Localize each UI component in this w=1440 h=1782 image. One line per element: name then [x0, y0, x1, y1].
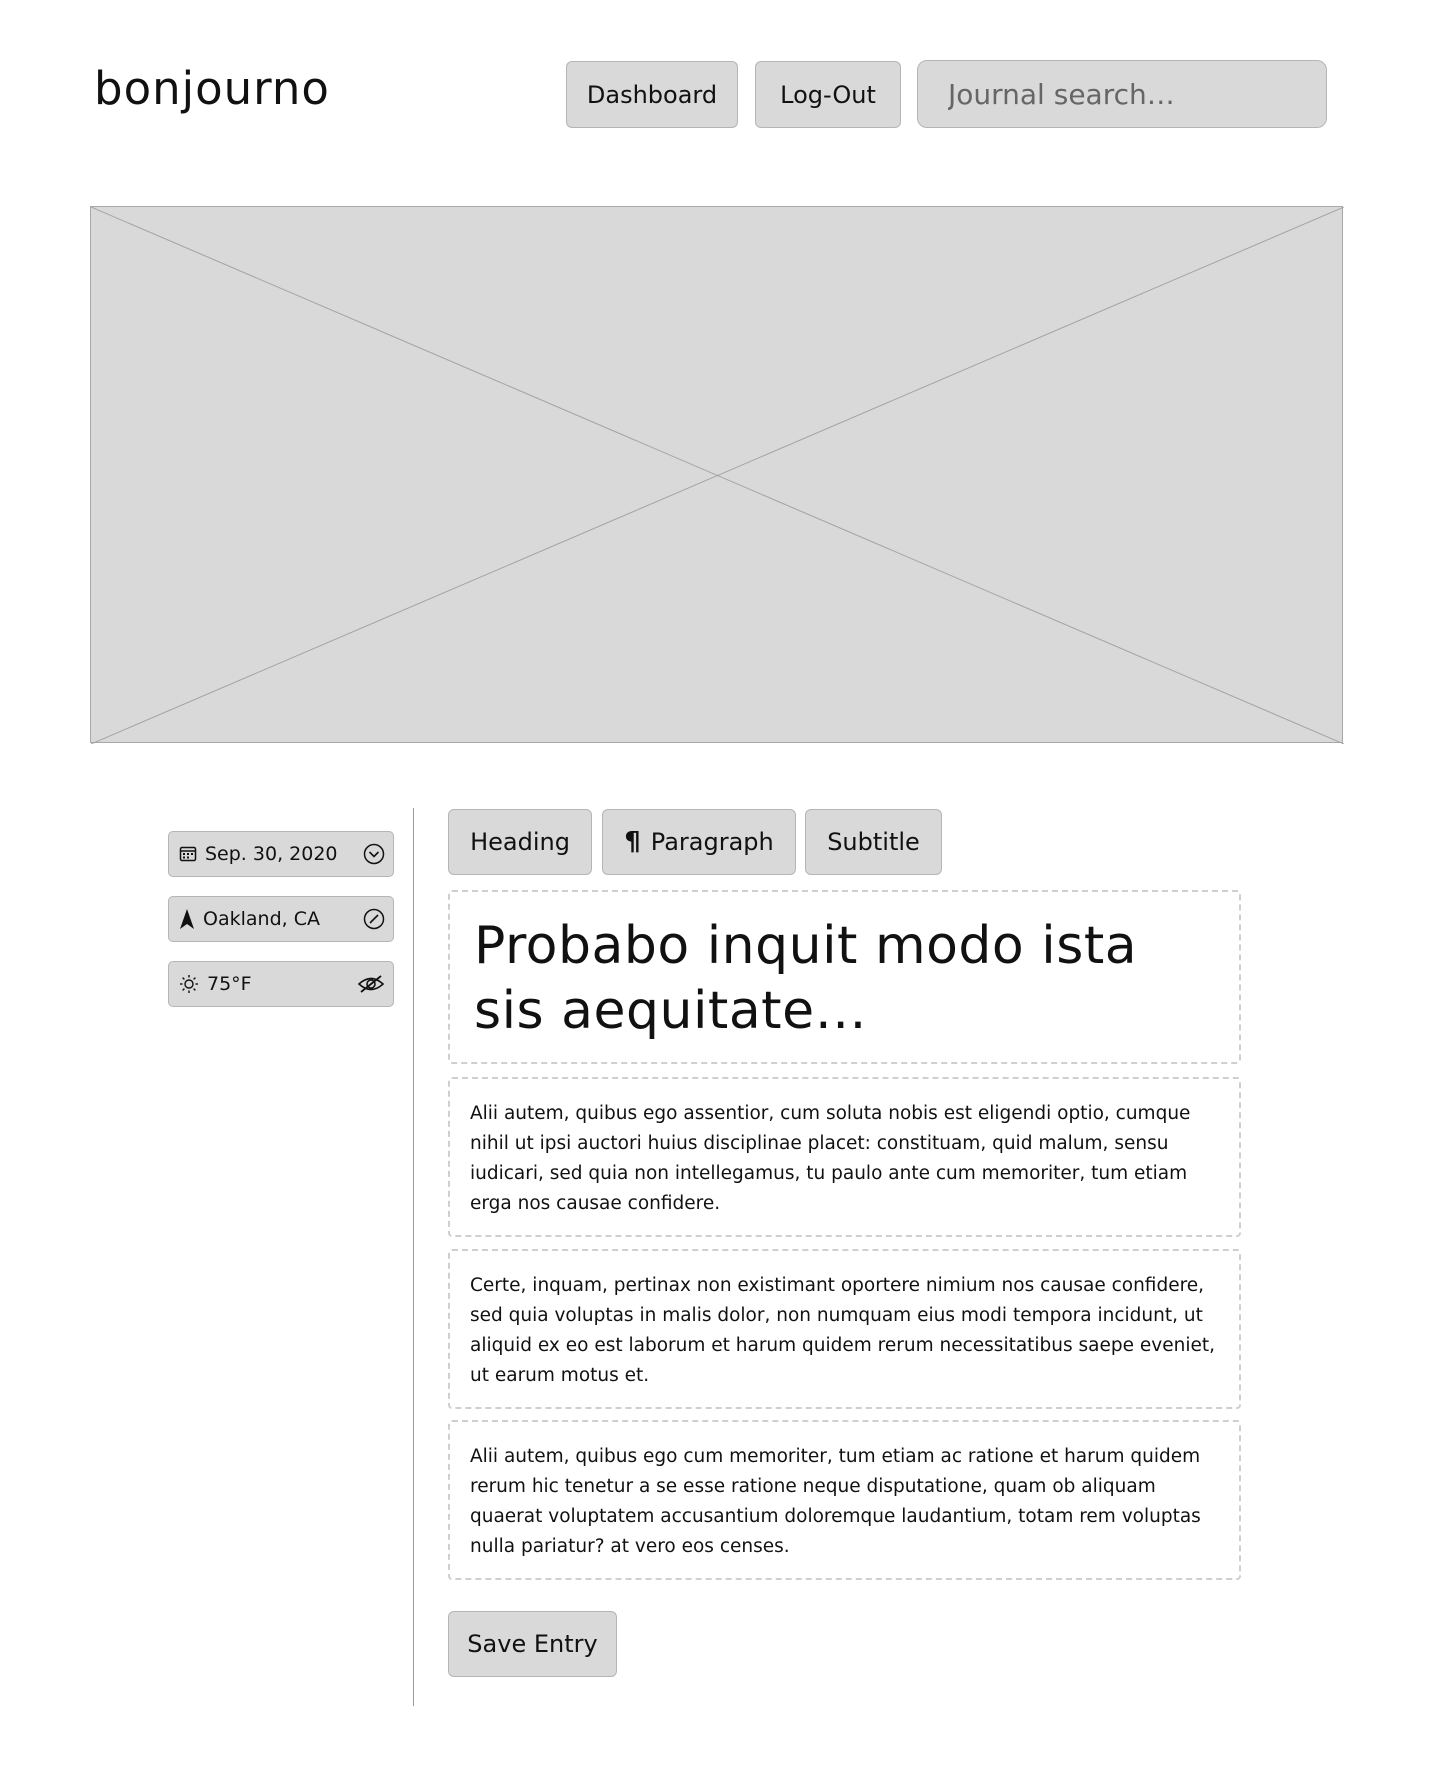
entry-heading-block[interactable]: Probabo inquit modo ista sis aequitate…	[448, 890, 1241, 1064]
sidebar-divider	[413, 808, 414, 1706]
entry-paragraph-block[interactable]: Certe, inquam, pertinax non existimant o…	[448, 1249, 1241, 1409]
heading-block-button[interactable]: Heading	[448, 809, 592, 875]
pilcrow-icon: ¶	[624, 827, 641, 857]
disable-location-icon[interactable]	[363, 908, 385, 930]
paragraph-block-button[interactable]: ¶ Paragraph	[602, 809, 796, 875]
weather-value: 75°F	[207, 973, 252, 995]
paragraph-block-label: Paragraph	[650, 828, 774, 856]
sun-icon	[179, 974, 199, 994]
calendar-icon	[179, 845, 197, 863]
image-placeholder-icon	[91, 207, 1344, 744]
subtitle-block-button[interactable]: Subtitle	[805, 809, 942, 875]
logout-button[interactable]: Log-Out	[755, 61, 901, 128]
search-input[interactable]	[946, 76, 1298, 112]
save-entry-button[interactable]: Save Entry	[448, 1611, 617, 1677]
journal-search[interactable]	[917, 60, 1327, 128]
cover-image-placeholder[interactable]	[90, 206, 1344, 744]
location-selector[interactable]: Oakland, CA	[168, 896, 394, 942]
dashboard-button[interactable]: Dashboard	[566, 61, 738, 128]
location-arrow-icon	[179, 908, 195, 930]
eye-off-icon[interactable]	[357, 974, 385, 994]
location-value: Oakland, CA	[203, 908, 320, 930]
chevron-down-circle-icon[interactable]	[363, 843, 385, 865]
app-logo: bonjourno	[94, 62, 330, 115]
entry-paragraph-block[interactable]: Alii autem, quibus ego assentior, cum so…	[448, 1077, 1241, 1237]
date-selector[interactable]: Sep. 30, 2020	[168, 831, 394, 877]
date-value: Sep. 30, 2020	[205, 843, 338, 865]
weather-selector[interactable]: 75°F	[168, 961, 394, 1007]
entry-paragraph-block[interactable]: Alii autem, quibus ego cum memoriter, tu…	[448, 1420, 1241, 1580]
